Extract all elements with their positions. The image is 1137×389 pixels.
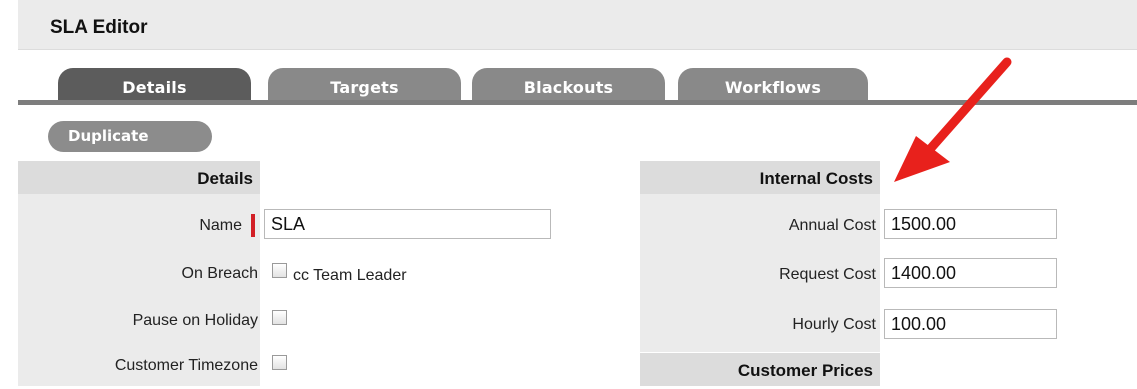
cc-team-leader-checkbox[interactable]: [272, 263, 287, 278]
annotation-arrow-icon: [894, 57, 1012, 182]
request-cost-input[interactable]: 1400.00: [884, 258, 1057, 288]
on-breach-label: On Breach: [181, 265, 258, 282]
editor-title-bar: SLA Editor: [18, 0, 1137, 50]
pause-on-holiday-label: Pause on Holiday: [132, 312, 258, 329]
name-input[interactable]: SLA: [264, 209, 551, 239]
internal-costs-section-header: Internal Costs: [640, 161, 880, 194]
annual-cost-label: Annual Cost: [788, 217, 876, 234]
hourly-cost-input[interactable]: 100.00: [884, 309, 1057, 339]
annual-cost-input[interactable]: 1500.00: [884, 209, 1057, 239]
name-label: Name: [199, 217, 242, 234]
tab-blackouts[interactable]: Blackouts: [472, 68, 665, 100]
customer-timezone-checkbox[interactable]: [272, 355, 287, 370]
pause-on-holiday-checkbox[interactable]: [272, 310, 287, 325]
customer-prices-section-header: Customer Prices: [640, 353, 880, 386]
required-indicator: [251, 214, 255, 237]
customer-timezone-label: Customer Timezone: [114, 357, 258, 374]
duplicate-button[interactable]: Duplicate: [48, 121, 212, 152]
request-cost-label: Request Cost: [779, 266, 876, 283]
tab-targets[interactable]: Targets: [268, 68, 461, 100]
page-title: SLA Editor: [50, 17, 148, 38]
tab-details[interactable]: Details: [58, 68, 251, 100]
hourly-cost-label: Hourly Cost: [792, 316, 876, 333]
cc-team-leader-label: cc Team Leader: [293, 267, 407, 284]
tab-workflows[interactable]: Workflows: [678, 68, 868, 100]
details-section-header: Details: [18, 161, 260, 194]
